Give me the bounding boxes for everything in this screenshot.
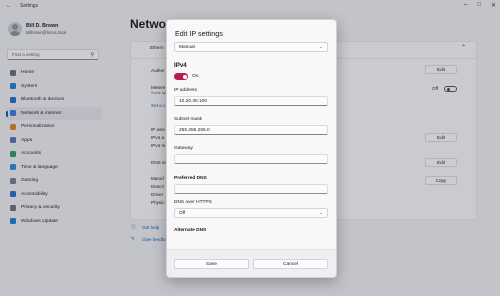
- dialog-body: Manual ⌄ IPv4 On IP address 10.20.30.100…: [167, 40, 336, 250]
- dns-over-https-dropdown[interactable]: Off ⌄: [174, 208, 328, 218]
- edit-ip-dialog: Edit IP settings Manual ⌄ IPv4 On IP add…: [166, 19, 337, 278]
- preferred-dns-field[interactable]: [174, 184, 328, 194]
- dns-over-https-value: Off: [179, 210, 186, 216]
- ip-address-label: IP address: [174, 88, 197, 93]
- dialog-footer: Save Cancel: [167, 249, 336, 277]
- gateway-label: Gateway: [174, 146, 193, 151]
- chevron-down-icon: ⌄: [319, 44, 323, 49]
- ip-address-field[interactable]: 10.20.30.100: [174, 96, 328, 106]
- ipv4-toggle[interactable]: [174, 73, 188, 80]
- chevron-down-icon: ⌄: [319, 210, 323, 215]
- dns-over-https-label: DNS over HTTPS: [174, 200, 212, 205]
- gateway-field[interactable]: [174, 154, 328, 164]
- alternate-dns-label: Alternate DNS: [174, 228, 207, 233]
- subnet-mask-label: Subnet mask: [174, 117, 202, 122]
- ipv4-toggle-label: On: [192, 74, 199, 79]
- preferred-dns-label: Preferred DNS: [174, 176, 207, 181]
- cancel-button[interactable]: Cancel: [253, 259, 328, 269]
- ip-mode-dropdown[interactable]: Manual ⌄: [174, 42, 328, 52]
- ip-mode-value: Manual: [179, 44, 195, 50]
- save-button[interactable]: Save: [174, 259, 249, 269]
- subnet-mask-field[interactable]: 255.255.255.0: [174, 125, 328, 135]
- dialog-title: Edit IP settings: [175, 29, 223, 38]
- ipv4-heading: IPv4: [174, 62, 187, 69]
